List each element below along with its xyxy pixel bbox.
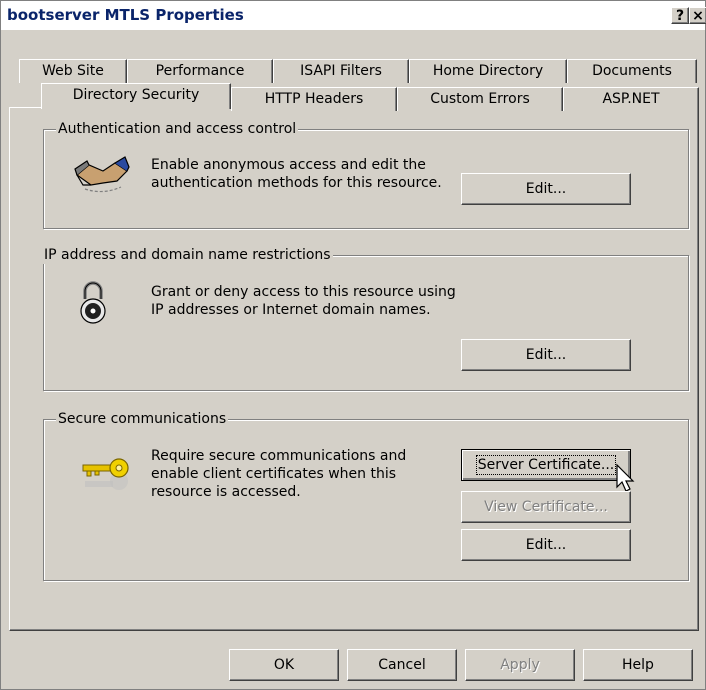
view-certificate-label: View Certificate... (484, 499, 608, 515)
title-bar[interactable]: bootserver MTLS Properties ? × (1, 1, 706, 30)
ip-legend: IP address and domain name restrictions (42, 246, 333, 264)
ip-edit-label: Edit... (525, 347, 567, 363)
view-certificate-button[interactable]: View Certificate... (461, 491, 631, 523)
tab-directory-security[interactable]: Directory Security (41, 83, 231, 109)
ip-edit-button[interactable]: Edit... (461, 339, 631, 371)
cancel-button[interactable]: Cancel (347, 649, 457, 681)
auth-description: Enable anonymous access and edit the aut… (151, 157, 442, 191)
ip-description: Grant or deny access to this resource us… (151, 284, 456, 318)
server-certificate-label: Server Certificate... (475, 455, 617, 475)
server-certificate-button[interactable]: Server Certificate... (461, 449, 631, 481)
secure-legend: Secure communications (56, 410, 229, 428)
close-button[interactable]: × (689, 7, 706, 24)
properties-dialog: bootserver MTLS Properties ? × Web Site … (0, 0, 706, 690)
tab-documents[interactable]: Documents (567, 59, 697, 83)
key-icon (82, 458, 129, 490)
secure-edit-label: Edit... (525, 537, 567, 553)
tab-http-headers[interactable]: HTTP Headers (231, 87, 397, 111)
help-button[interactable]: Help (583, 649, 693, 681)
window-title: bootserver MTLS Properties (7, 6, 244, 24)
handshake-icon (74, 156, 130, 193)
secure-edit-button[interactable]: Edit... (461, 529, 631, 561)
tab-aspnet[interactable]: ASP.NET (563, 87, 699, 111)
padlock-icon (80, 281, 106, 324)
tab-isapi-filters[interactable]: ISAPI Filters (273, 59, 409, 83)
tab-home-directory[interactable]: Home Directory (409, 59, 567, 83)
tab-performance[interactable]: Performance (127, 59, 273, 83)
tab-web-site[interactable]: Web Site (19, 59, 127, 83)
secure-description: Require secure communications and enable… (151, 448, 407, 500)
help-title-button[interactable]: ? (671, 7, 689, 24)
auth-edit-label: Edit... (525, 181, 567, 197)
auth-legend: Authentication and access control (56, 120, 299, 138)
ok-button[interactable]: OK (229, 649, 339, 681)
apply-button[interactable]: Apply (465, 649, 575, 681)
tab-custom-errors[interactable]: Custom Errors (397, 87, 563, 111)
auth-edit-button[interactable]: Edit... (461, 173, 631, 205)
